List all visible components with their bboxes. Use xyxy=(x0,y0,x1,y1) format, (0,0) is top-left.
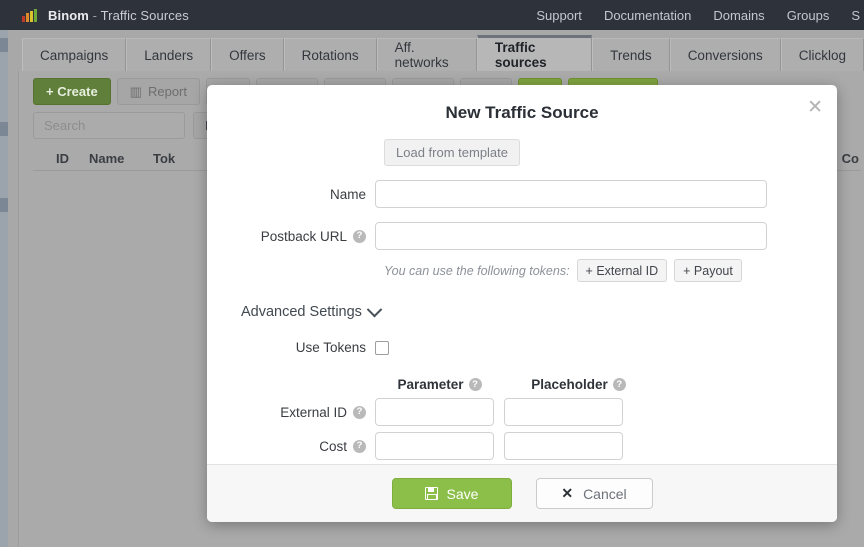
parameter-column-label: Parameter xyxy=(397,377,464,392)
column-header-name[interactable]: Name xyxy=(75,151,147,166)
external-id-placeholder-input[interactable] xyxy=(504,398,623,426)
param-table-header: Parameter ? Placeholder ? xyxy=(207,377,837,392)
bar-chart-icon: ▥ xyxy=(129,83,142,99)
parameter-column-header: Parameter ? xyxy=(375,377,504,392)
topnav-documentation[interactable]: Documentation xyxy=(604,8,691,23)
close-icon[interactable]: ✕ xyxy=(807,98,823,117)
token-payout-button[interactable]: + Payout xyxy=(674,259,742,282)
tab-offers[interactable]: Offers xyxy=(211,38,284,71)
name-field-row: Name xyxy=(207,180,837,208)
report-button[interactable]: ▥ Report xyxy=(116,78,200,105)
rail-mark xyxy=(0,122,8,136)
tab-aff-networks[interactable]: Aff. networks xyxy=(376,38,477,71)
param-column-gap xyxy=(504,377,514,392)
external-id-parameter-input[interactable] xyxy=(375,398,494,426)
column-header-id[interactable]: ID xyxy=(33,151,75,166)
placeholder-help-question-icon[interactable]: ? xyxy=(612,378,626,391)
topnav-support[interactable]: Support xyxy=(536,8,582,23)
brand-name: Binom xyxy=(48,7,89,23)
template-row: Load from template xyxy=(207,139,837,166)
brand-area: Binom - Traffic Sources xyxy=(0,8,189,23)
modal-footer: Save ✕ Cancel xyxy=(207,464,837,522)
save-button[interactable]: Save xyxy=(391,478,512,509)
new-traffic-source-modal: ✕ New Traffic Source Load from template … xyxy=(207,85,837,522)
tokens-hint-text: You can use the following tokens: xyxy=(384,263,570,278)
cost-help-question-icon[interactable]: ? xyxy=(353,439,366,453)
use-tokens-checkbox[interactable] xyxy=(375,340,389,355)
advanced-settings-label: Advanced Settings xyxy=(241,304,362,320)
left-rail xyxy=(0,30,8,547)
tab-landers[interactable]: Landers xyxy=(126,38,212,71)
external-id-label: External ID ? xyxy=(207,405,375,420)
create-button[interactable]: + Create xyxy=(33,78,111,105)
main-tab-strip: Campaigns Landers Offers Rotations Aff. … xyxy=(0,30,864,71)
external-id-help-question-icon[interactable]: ? xyxy=(353,405,366,419)
external-id-label-text: External ID xyxy=(280,404,347,420)
placeholder-column-header: Placeholder ? xyxy=(514,377,643,392)
name-label: Name xyxy=(207,187,375,202)
cost-label: Cost ? xyxy=(207,439,375,454)
external-id-row: External ID ? xyxy=(207,398,837,426)
tab-clicklog[interactable]: Clicklog xyxy=(780,38,864,71)
save-button-label: Save xyxy=(446,485,479,502)
tab-conversions[interactable]: Conversions xyxy=(669,38,781,71)
rail-mark xyxy=(0,38,8,52)
column-header-cost[interactable]: Co xyxy=(836,151,861,166)
token-external-id-button[interactable]: + External ID xyxy=(576,259,668,282)
cost-row: Cost ? xyxy=(207,432,837,460)
postback-label-text: Postback URL xyxy=(260,228,347,244)
modal-title: New Traffic Source xyxy=(445,103,599,122)
top-nav-links: Support Documentation Domains Groups S xyxy=(536,8,864,23)
advanced-settings-toggle[interactable]: Advanced Settings xyxy=(207,301,837,320)
cancel-button[interactable]: ✕ Cancel xyxy=(535,478,653,509)
cost-placeholder-input[interactable] xyxy=(504,432,623,460)
cancel-button-label: Cancel xyxy=(583,485,627,502)
load-from-template-button[interactable]: Load from template xyxy=(384,139,521,166)
report-button-label: Report xyxy=(147,84,187,99)
postback-field-row: Postback URL ? xyxy=(207,222,837,250)
modal-body: Load from template Name Postback URL ? Y… xyxy=(207,139,837,460)
use-tokens-label-text: Use Tokens xyxy=(295,340,366,355)
bar-chart-logo-icon xyxy=(22,8,37,22)
cost-parameter-input[interactable] xyxy=(375,432,494,460)
top-navigation-bar: Binom - Traffic Sources Support Document… xyxy=(0,0,864,30)
tokens-hint-row: You can use the following tokens: + Exte… xyxy=(207,259,837,282)
brand-section: Traffic Sources xyxy=(100,7,189,23)
topnav-domains[interactable]: Domains xyxy=(713,8,764,23)
tab-campaigns[interactable]: Campaigns xyxy=(22,38,127,71)
brand-separator: - xyxy=(92,7,98,23)
chevron-down-icon xyxy=(366,301,383,317)
use-tokens-label: Use Tokens xyxy=(207,340,375,355)
floppy-disk-icon xyxy=(424,487,438,500)
postback-help-question-icon[interactable]: ? xyxy=(353,229,366,243)
cost-label-text: Cost xyxy=(319,438,347,454)
placeholder-column-label: Placeholder xyxy=(531,377,608,392)
postback-url-input[interactable] xyxy=(375,222,767,250)
close-x-icon: ✕ xyxy=(561,485,574,501)
postback-label: Postback URL ? xyxy=(207,229,375,244)
topnav-groups[interactable]: Groups xyxy=(787,8,830,23)
search-input[interactable] xyxy=(33,112,185,139)
name-input[interactable] xyxy=(375,180,767,208)
rail-mark xyxy=(0,198,8,212)
brand-title: Binom - Traffic Sources xyxy=(48,8,189,23)
parameter-help-question-icon[interactable]: ? xyxy=(468,378,482,391)
tab-rotations[interactable]: Rotations xyxy=(283,38,377,71)
tab-traffic-sources[interactable]: Traffic sources xyxy=(476,35,593,71)
name-label-text: Name xyxy=(329,186,366,202)
tab-trends[interactable]: Trends xyxy=(592,38,670,71)
topnav-settings-partial[interactable]: S xyxy=(851,8,860,23)
use-tokens-row: Use Tokens xyxy=(207,340,837,355)
